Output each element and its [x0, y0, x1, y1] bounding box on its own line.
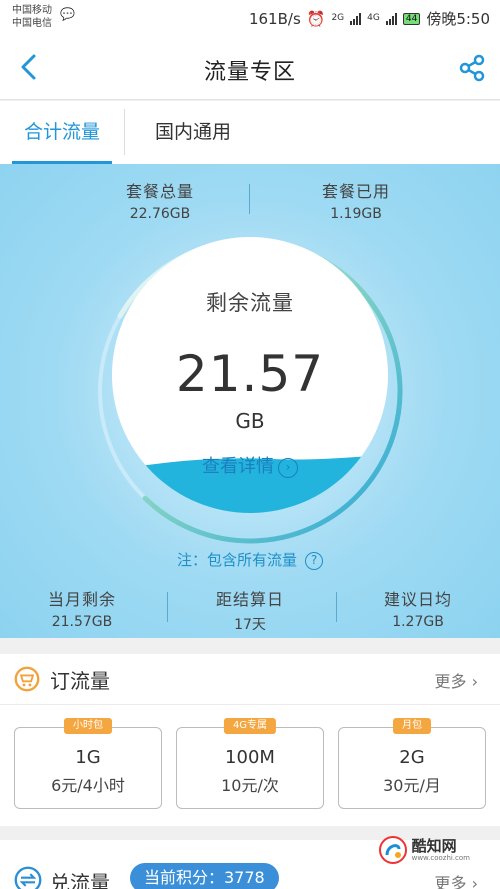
summary-divider: [249, 184, 250, 214]
screen: 中国移动 中国电信 💬 161B/s ⏰ 2G 4G 44 傍晚5:50 流量专…: [0, 0, 500, 889]
tab-bar: 合计流量 国内通用: [0, 101, 500, 164]
tab-divider: [124, 109, 125, 155]
watermark-url: www.coozhi.com: [411, 853, 470, 862]
tab-domestic-general[interactable]: 国内通用: [138, 101, 248, 164]
watermark-text: 酷知网: [411, 836, 457, 855]
battery-icon: 44: [402, 12, 421, 25]
alarm-icon: ⏰: [306, 9, 326, 28]
package-used-label: 套餐已用: [321, 182, 390, 201]
tab-total-traffic[interactable]: 合计流量: [12, 101, 112, 164]
page-title: 流量专区: [203, 60, 296, 85]
package-tag: 月包: [393, 718, 431, 734]
stat-month-remaining: 当月剩余 21.57GB: [12, 586, 152, 630]
exchange-more-link[interactable]: 更多 ›: [434, 870, 478, 889]
remaining-label: 剩余流量: [206, 291, 294, 315]
network-speed: 161B/s: [248, 9, 301, 28]
package-tag: 小时包: [64, 718, 112, 734]
order-traffic-section: 订流量 更多 › 小时包 1G 6元/4小时 4G专属 100M 10元/次 月…: [0, 654, 500, 826]
stat-value: 17天: [234, 617, 266, 633]
signal-icon-2: [385, 12, 397, 25]
carrier-info: 中国移动 中国电信 💬: [12, 4, 75, 30]
package-total: 套餐总量 22.76GB: [90, 178, 230, 222]
stat-daily-suggestion: 建议日均 1.27GB: [348, 586, 488, 630]
exchange-traffic-title: 兑流量: [50, 871, 110, 889]
package-total-value: 22.76GB: [129, 206, 191, 222]
clock: 傍晚5:50: [426, 10, 490, 28]
watermark-logo-icon: [378, 836, 407, 864]
package-card-hourly[interactable]: 小时包 1G 6元/4小时: [14, 718, 162, 809]
order-more-label: 更多: [434, 672, 467, 691]
title-bar: 流量专区: [0, 34, 500, 100]
clock-cart-icon: [14, 666, 40, 692]
chevron-right-icon: ›: [278, 458, 298, 478]
help-icon[interactable]: ?: [305, 552, 323, 570]
package-used: 套餐已用 1.19GB: [286, 178, 426, 222]
package-price: 10元/次: [221, 776, 279, 795]
order-more-link[interactable]: 更多 ›: [434, 668, 478, 692]
stat-label: 建议日均: [383, 590, 452, 609]
stat-divider: [167, 592, 168, 622]
status-bar: 中国移动 中国电信 💬 161B/s ⏰ 2G 4G 44 傍晚5:50: [0, 0, 500, 34]
network-type-1: 2G: [331, 13, 345, 23]
watermark: 酷知网 www.coozhi.com: [378, 834, 470, 866]
package-tag: 4G专属: [223, 718, 277, 734]
signal-icon: [350, 12, 362, 25]
remaining-unit: GB: [235, 409, 265, 433]
package-card-4g[interactable]: 4G专属 100M 10元/次: [176, 718, 324, 809]
package-amount: 2G: [399, 747, 425, 768]
stat-value: 1.27GB: [392, 614, 444, 630]
carrier-2: 中国电信: [12, 18, 52, 29]
stat-days-to-settlement: 距结算日 17天: [180, 586, 320, 634]
view-details-link[interactable]: 查看详情 ›: [112, 452, 388, 478]
remaining-gauge: 剩余流量 21.57 GB 查看详情 ›: [112, 237, 388, 513]
watermark-text-block: 酷知网 www.coozhi.com: [411, 836, 470, 862]
status-right: 161B/s ⏰ 2G 4G 44 傍晚5:50: [249, 8, 490, 29]
stat-value: 21.57GB: [51, 614, 113, 630]
package-price: 6元/4小时: [51, 776, 125, 795]
package-amount: 1G: [75, 747, 101, 768]
traffic-note-text: 注：包含所有流量: [176, 551, 297, 569]
chevron-right-icon: ›: [471, 672, 478, 691]
package-total-label: 套餐总量: [125, 182, 194, 201]
exchange-icon: [14, 866, 42, 889]
message-icon: 💬: [60, 7, 75, 21]
order-traffic-title: 订流量: [50, 669, 110, 693]
current-points-badge: 当前积分：3778: [130, 863, 279, 889]
stat-divider: [336, 592, 337, 622]
package-amount: 100M: [225, 747, 275, 768]
network-type-2: 4G: [367, 13, 380, 23]
chevron-right-icon: ›: [471, 874, 478, 889]
stat-label: 当月剩余: [47, 590, 116, 609]
exchange-more-label: 更多: [434, 874, 467, 889]
section-divider: [0, 704, 500, 705]
view-details-label: 查看详情: [202, 456, 274, 477]
share-icon[interactable]: [458, 54, 486, 82]
package-price: 30元/月: [383, 776, 441, 795]
order-traffic-header: 订流量 更多 ›: [0, 654, 500, 704]
traffic-note: 注：包含所有流量?: [0, 549, 500, 570]
remaining-value: 21.57: [175, 345, 325, 403]
package-card-monthly[interactable]: 月包 2G 30元/月: [338, 718, 486, 809]
stat-label: 距结算日: [215, 590, 284, 609]
carrier-1: 中国移动: [12, 5, 52, 16]
package-used-value: 1.19GB: [330, 206, 382, 222]
